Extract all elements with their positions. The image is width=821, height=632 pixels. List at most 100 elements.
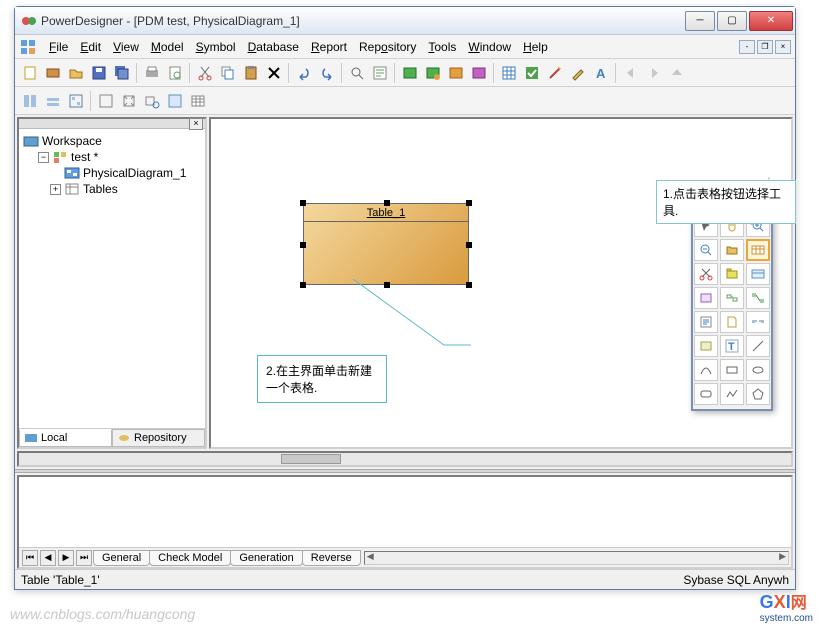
menu-view[interactable]: View [107,38,145,56]
menu-symbol[interactable]: Symbol [190,38,242,56]
properties-icon[interactable] [369,62,391,84]
note-tool[interactable] [694,335,718,357]
tab-generation[interactable]: Generation [230,550,302,566]
text-a-icon[interactable]: A [590,62,612,84]
cut-tool[interactable] [694,263,718,285]
nav-next-icon[interactable] [643,62,665,84]
open-diagram-tool[interactable] [720,239,744,261]
maximize-button[interactable]: ▢ [717,11,747,31]
tab-general[interactable]: General [93,550,150,566]
palette-window[interactable]: Palette × [691,191,773,411]
new-icon[interactable] [19,62,41,84]
layout-icon-3[interactable] [65,90,87,112]
tab-nav-first[interactable]: ⏮ [22,550,38,566]
line-tool[interactable] [746,335,770,357]
menu-window[interactable]: Window [462,38,517,56]
menu-repository[interactable]: Repository [353,38,422,56]
preview-icon[interactable] [164,62,186,84]
mdi-minimize[interactable]: - [739,40,755,54]
zoom-fit-icon[interactable] [118,90,140,112]
menu-report[interactable]: Report [305,38,353,56]
text-tool[interactable]: T [720,335,744,357]
tab-check-model[interactable]: Check Model [149,550,231,566]
edit-icon[interactable] [567,62,589,84]
close-button[interactable]: ✕ [749,11,793,31]
tab-reverse[interactable]: Reverse [302,550,361,566]
procedure-tool[interactable] [694,311,718,333]
zoom-sel-icon[interactable] [141,90,163,112]
paste-icon[interactable] [240,62,262,84]
diagram-canvas[interactable]: Table_1 2.在主界面单击新建一个表格. Palette [209,117,793,449]
polygon-tool[interactable] [746,383,770,405]
layout-icon-1[interactable] [19,90,41,112]
table-object[interactable]: Table_1 [303,203,469,285]
roundrect-tool[interactable] [694,383,718,405]
redo-icon[interactable] [316,62,338,84]
package-tool[interactable] [720,263,744,285]
tree-diagram[interactable]: PhysicalDiagram_1 [23,165,201,181]
tree-project[interactable]: − test * [23,149,201,165]
table-tool-2[interactable] [746,263,770,285]
bottom-hscroll[interactable]: ◀ ▶ [364,551,789,565]
menu-tools[interactable]: Tools [422,38,462,56]
menu-model[interactable]: Model [145,38,190,56]
layout-icon-2[interactable] [42,90,64,112]
find-icon[interactable] [346,62,368,84]
zoom-area-icon[interactable] [164,90,186,112]
nav-up-icon[interactable] [666,62,688,84]
open-icon[interactable] [65,62,87,84]
copy-icon[interactable] [217,62,239,84]
mdi-close[interactable]: × [775,40,791,54]
file-tool[interactable] [720,311,744,333]
sidebar-grip[interactable]: × [19,119,205,129]
tab-nav-next[interactable]: ▶ [58,550,74,566]
collapse-icon[interactable]: − [38,152,49,163]
save-icon[interactable] [88,62,110,84]
polyline-tool[interactable] [720,383,744,405]
zoom-full-icon[interactable] [95,90,117,112]
grid-icon[interactable] [498,62,520,84]
link-tool[interactable] [746,287,770,309]
tree-workspace[interactable]: Workspace [23,133,201,149]
menu-database[interactable]: Database [242,38,305,56]
tab-nav-last[interactable]: ⏭ [76,550,92,566]
delete-icon[interactable] [263,62,285,84]
print-icon[interactable] [141,62,163,84]
tab-local[interactable]: Local [19,429,112,447]
cut-icon[interactable] [194,62,216,84]
expand-icon[interactable]: + [50,184,61,195]
titlebar[interactable]: PowerDesigner - [PDM test, PhysicalDiagr… [15,7,795,35]
reference-tool[interactable] [720,287,744,309]
tab-nav-prev[interactable]: ◀ [40,550,56,566]
sidebar-close-icon[interactable]: × [189,118,203,130]
minimize-button[interactable]: ─ [685,11,715,31]
arc-tool[interactable] [694,359,718,381]
menu-help[interactable]: Help [517,38,554,56]
tree-view[interactable]: Workspace − test * PhysicalDiagram_1 + [19,129,205,428]
zoom-out-tool[interactable] [694,239,718,261]
view-tool[interactable] [694,287,718,309]
ellipse-tool[interactable] [746,359,770,381]
grid-view-icon[interactable] [187,90,209,112]
db-icon-3[interactable] [445,62,467,84]
output-body[interactable] [19,477,791,547]
saveall-icon[interactable] [111,62,133,84]
dependency-tool[interactable] [746,311,770,333]
nav-prev-icon[interactable] [620,62,642,84]
undo-icon[interactable] [293,62,315,84]
menu-file[interactable]: FFileile [43,38,74,56]
scrollbar-thumb[interactable] [281,454,341,464]
mdi-restore[interactable]: ❐ [757,40,773,54]
splitter[interactable] [15,469,795,473]
wand-icon[interactable] [544,62,566,84]
check-icon[interactable] [521,62,543,84]
tab-repository[interactable]: Repository [112,429,205,447]
db-icon-1[interactable] [399,62,421,84]
new-model-icon[interactable] [42,62,64,84]
db-icon-4[interactable] [468,62,490,84]
canvas-hscrollbar[interactable] [17,451,793,467]
rect-tool[interactable] [720,359,744,381]
db-icon-2[interactable] [422,62,444,84]
table-tool[interactable] [746,239,770,261]
menu-edit[interactable]: Edit [74,38,107,56]
